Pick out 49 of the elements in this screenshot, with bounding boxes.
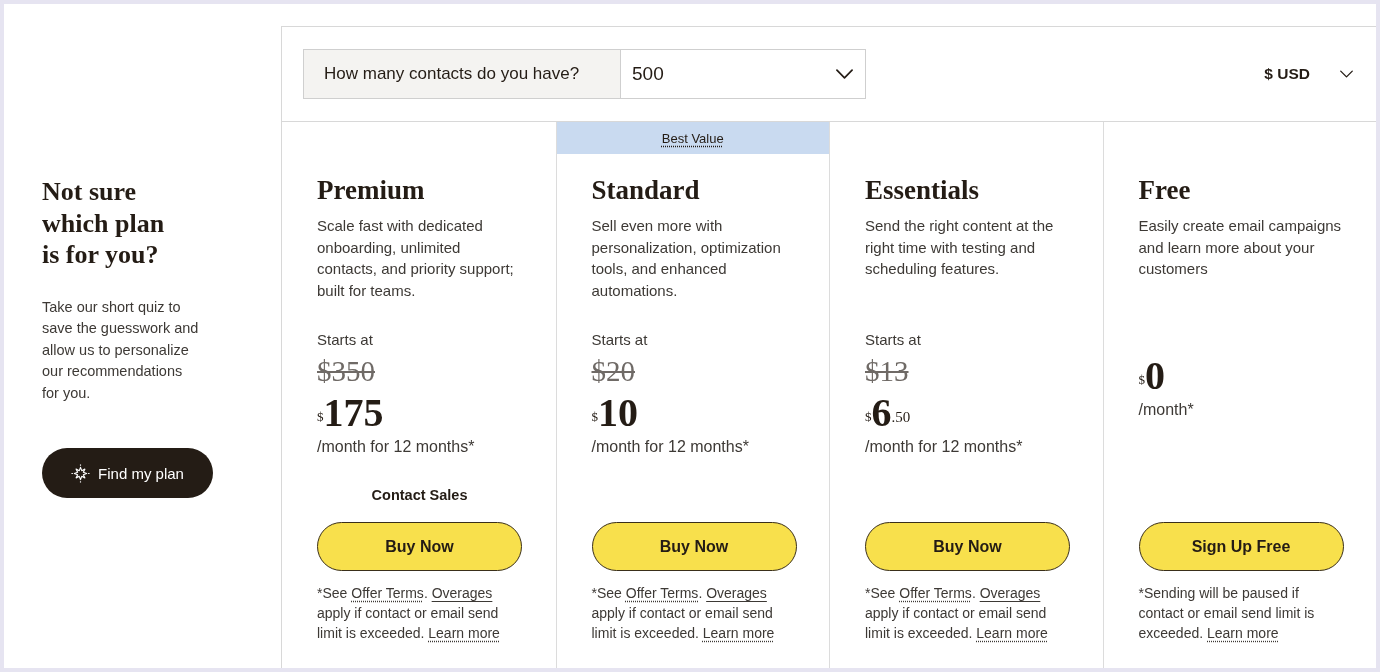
footnote-link[interactable]: Overages xyxy=(979,585,1041,601)
price-period: /month for 12 months* xyxy=(865,437,1024,457)
starts-at-label: Starts at xyxy=(317,330,374,350)
sidebar-heading: Not sure which plan is for you? xyxy=(42,176,166,271)
price-text: $^{$}$175 xyxy=(317,391,384,435)
plan-button[interactable]: Buy Now xyxy=(317,522,522,571)
footnote-link[interactable]: Learn more xyxy=(702,625,775,641)
price-text: $^{$}$10 xyxy=(591,391,638,435)
footnote-link[interactable]: Learn more xyxy=(428,625,500,641)
price-text: $^{$}$0 xyxy=(1138,354,1165,398)
footnote-text: *Sending will be paused if contact or email send limit is exceeded. Learn more xyxy=(1138,584,1316,643)
plan-title: Free xyxy=(1138,174,1192,206)
plan-title: Premium xyxy=(317,174,426,206)
starts-at-label: Starts at xyxy=(591,330,649,350)
plan-description: Easily create email campaigns and learn more about your customers xyxy=(1138,216,1343,279)
footnote-link[interactable]: Offer Terms xyxy=(351,585,424,601)
plan-description: Scale fast with dedicated onboarding, unlimited contacts, and priority support; built for teams. xyxy=(317,216,515,301)
plan-title: Essentials xyxy=(865,174,981,206)
contact-sales-link[interactable]: Contact Sales xyxy=(371,485,468,505)
footnote-link[interactable]: Overages xyxy=(706,585,767,601)
footnote-text: *See Offer Terms. Overages apply if contact or email send limit is exceeded. Learn more xyxy=(317,584,501,643)
plan-title: Standard xyxy=(591,174,701,206)
plan-button[interactable]: Buy Now xyxy=(865,522,1070,571)
strikethrough-price: $13 xyxy=(865,356,909,386)
plan-description: Send the right content at the right time with testing and scheduling features. xyxy=(865,216,1055,279)
footnote-link[interactable]: Learn more xyxy=(976,625,1048,641)
chevron-down-icon xyxy=(836,69,853,79)
plan-button[interactable]: Sign Up Free xyxy=(1138,522,1344,571)
sidebar-text: Take our short quiz to save the guesswork and allow us to personalize our recommendations for you. xyxy=(42,297,200,403)
price-period: /month for 12 months* xyxy=(317,437,476,457)
starts-at-label: Starts at xyxy=(865,330,922,350)
footnote-text: *See Offer Terms. Overages apply if contact or email send limit is exceeded. Learn more xyxy=(591,584,776,643)
find-plan-button[interactable]: Find my plan xyxy=(42,448,213,498)
strikethrough-price: $350 xyxy=(317,356,375,386)
footnote-link[interactable]: Offer Terms xyxy=(899,585,972,601)
chevron-down-icon xyxy=(1340,70,1353,78)
strikethrough-price: $20 xyxy=(591,356,635,386)
price-period: /month for 12 months* xyxy=(591,437,750,457)
footnote-text: *See Offer Terms. Overages apply if contact or email send limit is exceeded. Learn more xyxy=(865,584,1049,643)
price-period: /month* xyxy=(1138,400,1195,420)
plan-button[interactable]: Buy Now xyxy=(591,522,797,571)
currency-select[interactable]: $ USD xyxy=(1264,65,1353,83)
sparkle-icon xyxy=(71,463,91,483)
field-label: How many contacts do you have? xyxy=(303,49,621,99)
plan-description: Sell even more with personalization, optimization tools, and enhanced automations. xyxy=(591,216,782,301)
footnote-link[interactable]: Learn more xyxy=(1207,625,1279,641)
best-value-banner: Best Value xyxy=(556,122,829,154)
contacts-select[interactable]: 500 xyxy=(621,49,866,99)
footnote-link[interactable]: Overages xyxy=(431,585,493,601)
